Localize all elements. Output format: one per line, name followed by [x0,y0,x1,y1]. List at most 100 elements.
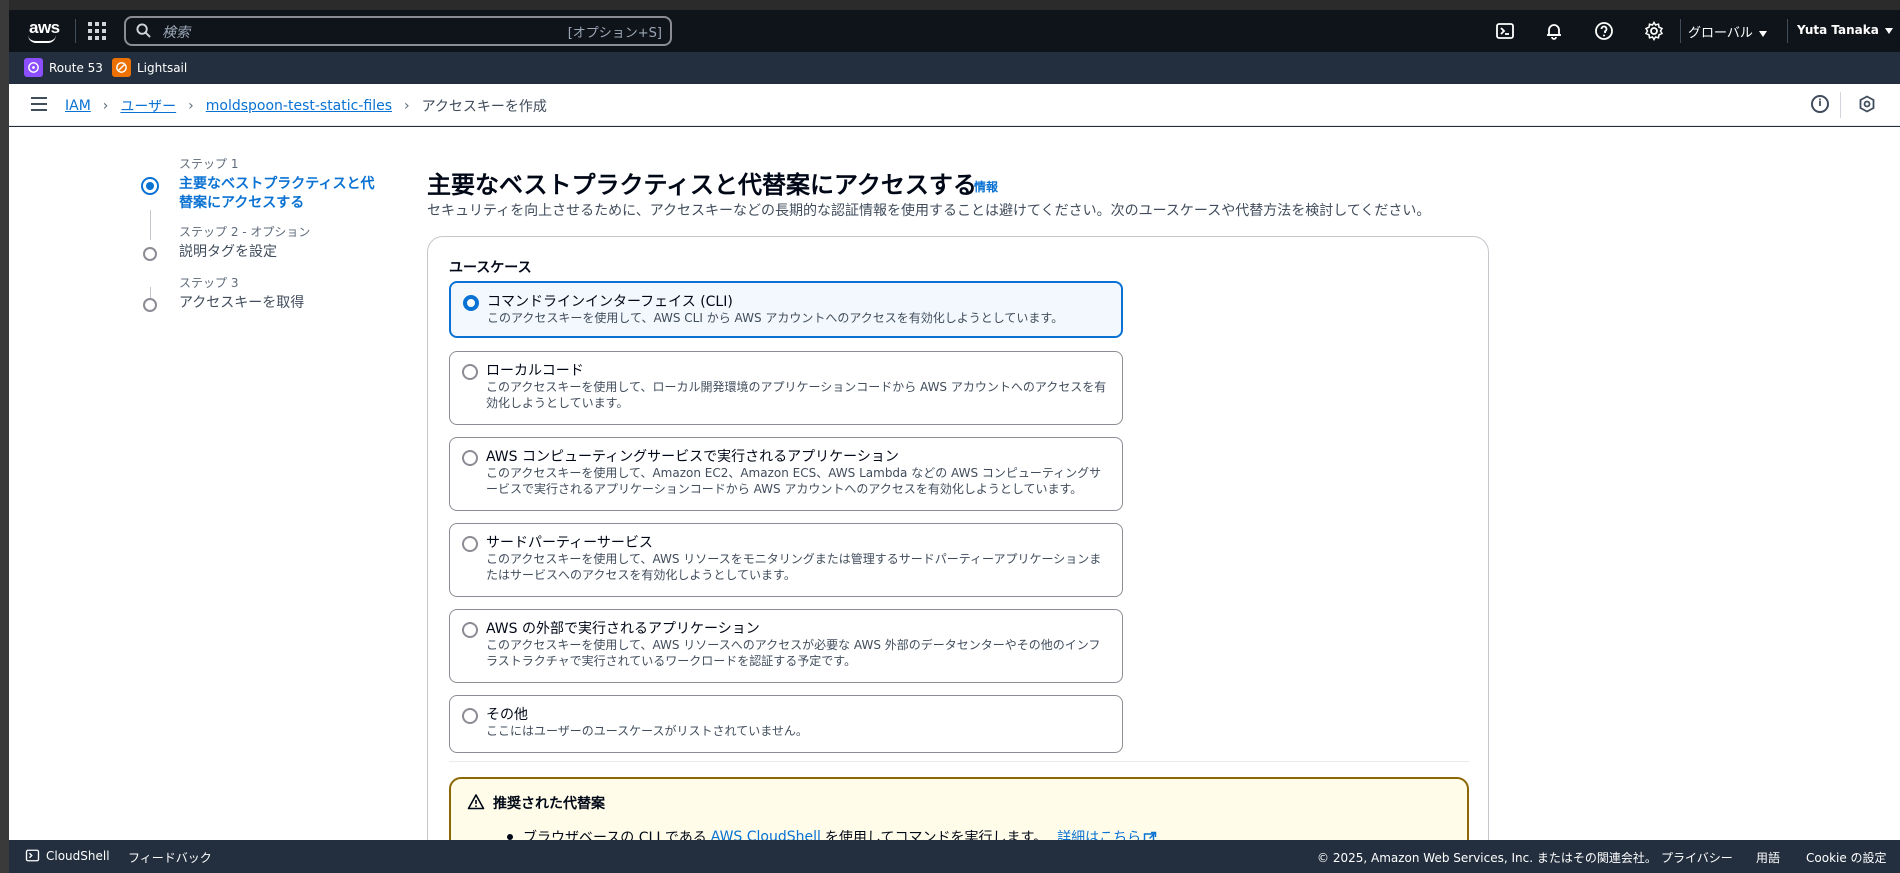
option-local-code[interactable]: ローカルコード このアクセスキーを使用して、ローカル開発環境のアプリケーションコ… [449,351,1123,425]
nav-divider [1680,19,1681,43]
cloudshell-button[interactable]: CloudShell [25,848,110,863]
terms-link[interactable]: 用語 [1756,849,1780,866]
radio-unselected[interactable] [462,450,478,466]
wizard-steps: ステップ 1 主要なベストプラクティスと代替案にアクセスする ステップ 2 - … [141,155,411,313]
option-cli[interactable]: コマンドラインインターフェイス (CLI) このアクセスキーを使用して、AWS … [449,281,1123,338]
cookie-settings-link[interactable]: Cookie の設定 [1806,849,1887,866]
chevron-right-icon: › [404,98,410,114]
breadcrumb: IAM › ユーザー › moldspoon-test-static-files… [65,96,547,116]
step-1: ステップ 1 主要なベストプラクティスと代替案にアクセスする [141,155,411,213]
option-title: AWS コンピューティングサービスで実行されるアプリケーション [486,449,899,465]
help-icon[interactable] [1594,21,1614,41]
step-pending-icon [143,247,157,261]
page-description: セキュリティを向上させるために、アクセスキーなどの長期的な認証情報を使用すること… [427,203,1431,219]
option-third-party[interactable]: サードパーティーサービス このアクセスキーを使用して、AWS リソースをモニタリ… [449,523,1123,597]
aws-smile-icon [28,35,56,43]
user-name: Yuta Tanaka [1797,23,1879,37]
cloudshell-label: CloudShell [46,848,110,863]
radio-selected[interactable] [463,295,479,311]
option-description: このアクセスキーを使用して、AWS リソースをモニタリングまたは管理するサードパ… [486,552,1102,582]
breadcrumb-current: アクセスキーを作成 [421,99,547,115]
learn-more-label: 詳細はこちら [1057,830,1142,840]
cloudshell-link[interactable]: AWS CloudShell [711,829,821,840]
option-description: このアクセスキーを使用して、ローカル開発環境のアプリケーションコードから AWS… [486,380,1107,410]
divider [449,761,1469,762]
window-left-edge [0,0,9,873]
option-description: このアクセスキーを使用して、AWS CLI から AWS アカウントへのアクセス… [487,311,1064,325]
radio-unselected[interactable] [462,622,478,638]
option-title: AWS の外部で実行されるアプリケーション [486,621,760,637]
step-label: ステップ 3 [179,276,239,290]
learn-more-link[interactable]: 詳細はこちら [1057,827,1157,840]
option-title: その他 [486,707,528,723]
radio-unselected[interactable] [462,708,478,724]
breadcrumb-bar: IAM › ユーザー › moldspoon-test-static-files… [9,84,1900,126]
info-link[interactable]: 情報 [974,178,998,195]
step-title[interactable]: 主要なベストプラクティスと代替案にアクセスする [179,175,379,213]
footer: CloudShell フィードバック © 2025, Amazon Web Se… [9,840,1900,873]
cloudshell-icon[interactable] [1495,21,1515,41]
region-selector[interactable]: グローバル [1688,22,1767,41]
step-title[interactable]: アクセスキーを取得 [179,294,411,313]
option-description: このアクセスキーを使用して、AWS リソースへのアクセスが必要な AWS 外部の… [486,638,1101,668]
step-label: ステップ 1 [179,157,239,171]
menu-icon[interactable] [31,97,47,111]
search-icon [136,23,151,38]
step-3: ステップ 3 アクセスキーを取得 [141,274,411,313]
search-box[interactable]: 検索 [オプション+S] [124,16,672,46]
warning-icon [467,794,485,810]
nav-divider [75,19,76,43]
option-description: ここにはユーザーのユースケースがリストされていません。 [486,724,808,738]
alert-text: を使用してコマンドを実行します。 [824,830,1048,840]
favorites-bar: Route 53 Lightsail [9,52,1900,84]
option-description: このアクセスキーを使用して、Amazon EC2、Amazon ECS、AWS … [486,466,1102,496]
usecase-label: ユースケース [449,260,532,276]
search-input[interactable]: 検索 [162,22,190,42]
option-title: サードパーティーサービス [486,535,653,551]
option-other[interactable]: その他 ここにはユーザーのユースケースがリストされていません。 [449,695,1123,753]
step-active-icon [141,177,159,195]
alert-text: ブラウザベースの CLI である [523,830,707,840]
option-title: コマンドラインインターフェイス (CLI) [487,294,733,310]
aws-logo[interactable]: aws [23,18,63,44]
alert-title: 推奨された代替案 [493,796,605,812]
feedback-link[interactable]: フィードバック [128,849,212,866]
radio-unselected[interactable] [462,364,478,380]
favorite-label: Lightsail [137,60,188,75]
gear-icon[interactable] [1644,21,1664,41]
nav-divider [1787,19,1788,43]
breadcrumb-users[interactable]: ユーザー [120,96,176,116]
recommended-alternatives-alert: 推奨された代替案 ブラウザベースの CLI である AWS CloudShell… [449,777,1469,840]
external-link-icon [1143,831,1157,840]
cloudshell-icon [25,849,40,862]
step-pending-icon [143,298,157,312]
lightsail-icon [112,58,131,77]
alert-item: ブラウザベースの CLI である AWS CloudShell を使用してコマン… [507,827,1161,840]
hexagon-settings-icon[interactable] [1858,95,1876,113]
breadcrumb-divider [1840,92,1841,118]
favorite-lightsail[interactable]: Lightsail [112,58,187,77]
favorite-route53[interactable]: Route 53 [24,58,103,77]
chevron-right-icon: › [102,98,109,114]
top-navigation: aws 検索 [オプション+S] グローバル Yuta Tanaka [9,10,1900,52]
route53-icon [24,58,43,77]
step-2: ステップ 2 - オプション 説明タグを設定 [141,223,411,262]
services-grid-icon[interactable] [87,21,107,41]
favorite-label: Route 53 [49,60,103,75]
bell-icon[interactable] [1544,21,1564,41]
option-outside-aws[interactable]: AWS の外部で実行されるアプリケーション このアクセスキーを使用して、AWS … [449,609,1123,683]
step-label: ステップ 2 - オプション [179,225,311,239]
option-aws-compute[interactable]: AWS コンピューティングサービスで実行されるアプリケーション このアクセスキー… [449,437,1123,511]
info-panel-icon[interactable]: i [1811,95,1829,113]
radio-unselected[interactable] [462,536,478,552]
usecase-panel: ユースケース コマンドラインインターフェイス (CLI) このアクセスキーを使用… [427,236,1489,840]
breadcrumb-iam[interactable]: IAM [65,98,91,114]
copyright: © 2025, Amazon Web Services, Inc. またはその関… [1317,851,1657,865]
account-menu[interactable]: Yuta Tanaka [1797,23,1893,37]
option-title: ローカルコード [486,363,584,379]
breadcrumb-user[interactable]: moldspoon-test-static-files [206,98,392,114]
caret-down-icon [1758,30,1767,37]
privacy-link[interactable]: プライバシー [1661,849,1733,866]
step-title[interactable]: 説明タグを設定 [179,243,411,262]
main-content: ステップ 1 主要なベストプラクティスと代替案にアクセスする ステップ 2 - … [9,127,1900,840]
